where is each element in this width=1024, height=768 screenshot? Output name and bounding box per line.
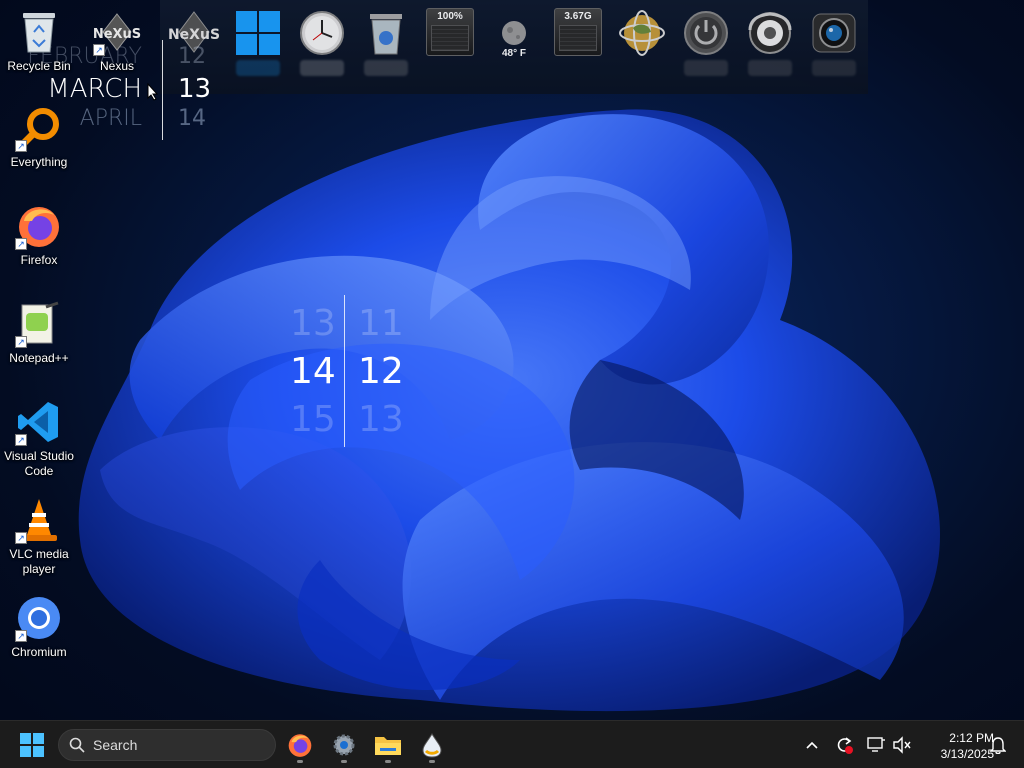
globe-icon <box>617 8 667 58</box>
nexus-icon: NeXuS ↗ <box>93 8 141 56</box>
recycle-bin-icon <box>361 8 411 58</box>
taskbar: Search 2:12 PM 3/13/2025 <box>0 720 1024 768</box>
next-day: 14 <box>178 106 206 131</box>
taskbar-app-inkscape[interactable] <box>412 727 452 763</box>
weather-moon-icon <box>489 8 539 58</box>
firefox-icon: ↗ <box>15 202 63 250</box>
desktop-icon-vlc[interactable]: ↗ VLC media player <box>0 496 78 577</box>
time-widget: 13 14 15 11 12 13 <box>280 295 420 450</box>
memory-meter-dock-item[interactable]: 3.67G <box>550 8 606 88</box>
prev-hour: 13 <box>290 303 336 344</box>
next-hour: 15 <box>290 399 336 440</box>
search-icon <box>69 737 85 753</box>
speaker-icon <box>745 8 795 58</box>
desktop-icon-notepadpp[interactable]: ↗ Notepad++ <box>0 300 78 366</box>
taskbar-date: 3/13/2025 <box>940 747 994 761</box>
volume-muted-icon[interactable] <box>890 733 914 757</box>
start-button[interactable] <box>14 729 50 761</box>
desktop-icon-recycle-bin[interactable]: Recycle Bin <box>0 8 78 74</box>
cpu-meter-icon: 100% <box>426 8 474 56</box>
shortcut-arrow-icon: ↗ <box>93 44 105 56</box>
taskbar-app-firefox[interactable] <box>280 727 320 763</box>
taskbar-app-settings[interactable] <box>324 727 364 763</box>
windows-dock-item[interactable] <box>230 8 286 88</box>
nexus-dock: NeXuS 100% 48° F 3.67G <box>160 0 868 94</box>
sync-alert-icon[interactable] <box>832 733 856 757</box>
speaker-dock-item[interactable] <box>742 8 798 88</box>
settings-gear-icon <box>333 734 355 756</box>
power-dock-item[interactable] <box>678 8 734 88</box>
notification-bell-icon[interactable] <box>986 733 1010 757</box>
taskbar-app-file-explorer[interactable] <box>368 727 408 763</box>
network-icon[interactable] <box>864 733 888 757</box>
windows-logo-icon <box>233 8 283 58</box>
mouse-cursor-icon <box>147 83 159 101</box>
desktop-icon-chromium[interactable]: ↗ Chromium <box>0 594 78 660</box>
current-month: MARCH <box>47 74 142 104</box>
shortcut-arrow-icon: ↗ <box>15 630 27 642</box>
chromium-icon: ↗ <box>15 594 63 642</box>
next-minute: 13 <box>358 399 404 440</box>
search-placeholder: Search <box>93 737 138 753</box>
shortcut-arrow-icon: ↗ <box>15 532 27 544</box>
firefox-icon <box>288 734 312 757</box>
calendar-separator <box>162 40 163 140</box>
cpu-meter-dock-item[interactable]: 100% <box>422 8 478 88</box>
power-icon <box>681 8 731 58</box>
next-month: APRIL <box>79 106 142 131</box>
desktop-icon-firefox[interactable]: ↗ Firefox <box>0 202 78 268</box>
shortcut-arrow-icon: ↗ <box>15 238 27 250</box>
clock-icon <box>297 8 347 58</box>
everything-search-icon: ↗ <box>15 104 63 152</box>
clock-dock-item[interactable] <box>294 8 350 88</box>
shortcut-arrow-icon: ↗ <box>15 336 27 348</box>
prev-minute: 11 <box>358 303 404 344</box>
recycle-bin-icon <box>15 8 63 56</box>
weather-dock-item[interactable]: 48° F <box>486 8 542 88</box>
shortcut-arrow-icon: ↗ <box>15 434 27 446</box>
desktop-icon-everything[interactable]: ↗ Everything <box>0 104 78 170</box>
file-explorer-icon <box>375 737 401 755</box>
taskbar-clock[interactable]: 2:12 PM 3/13/2025 <box>918 730 994 762</box>
globe-dock-item[interactable] <box>614 8 670 88</box>
desktop-icon-nexus[interactable]: NeXuS ↗ Nexus <box>78 8 156 74</box>
show-hidden-icons-chevron-icon[interactable] <box>800 733 824 757</box>
taskbar-time: 2:12 PM <box>949 731 994 745</box>
taskbar-search-box[interactable]: Search <box>58 729 276 761</box>
clock-separator <box>344 295 345 447</box>
vlc-icon: ↗ <box>15 496 63 544</box>
recycle-dock-item[interactable] <box>358 8 414 88</box>
svg-text:NeXuS: NeXuS <box>93 27 141 42</box>
memory-meter-icon: 3.67G <box>554 8 602 56</box>
windows-start-icon <box>20 733 44 757</box>
webcam-dock-item[interactable] <box>806 8 862 88</box>
webcam-icon <box>809 8 859 58</box>
inkscape-drop-icon <box>422 733 442 758</box>
prev-day: 12 <box>178 44 206 69</box>
notepad-plus-plus-icon: ↗ <box>15 300 63 348</box>
current-minute: 12 <box>358 351 404 392</box>
shortcut-arrow-icon: ↗ <box>15 140 27 152</box>
vscode-icon: ↗ <box>15 398 63 446</box>
current-day: 13 <box>178 74 212 104</box>
current-hour: 14 <box>290 351 336 392</box>
desktop-icon-vscode[interactable]: ↗ Visual Studio Code <box>0 398 78 479</box>
